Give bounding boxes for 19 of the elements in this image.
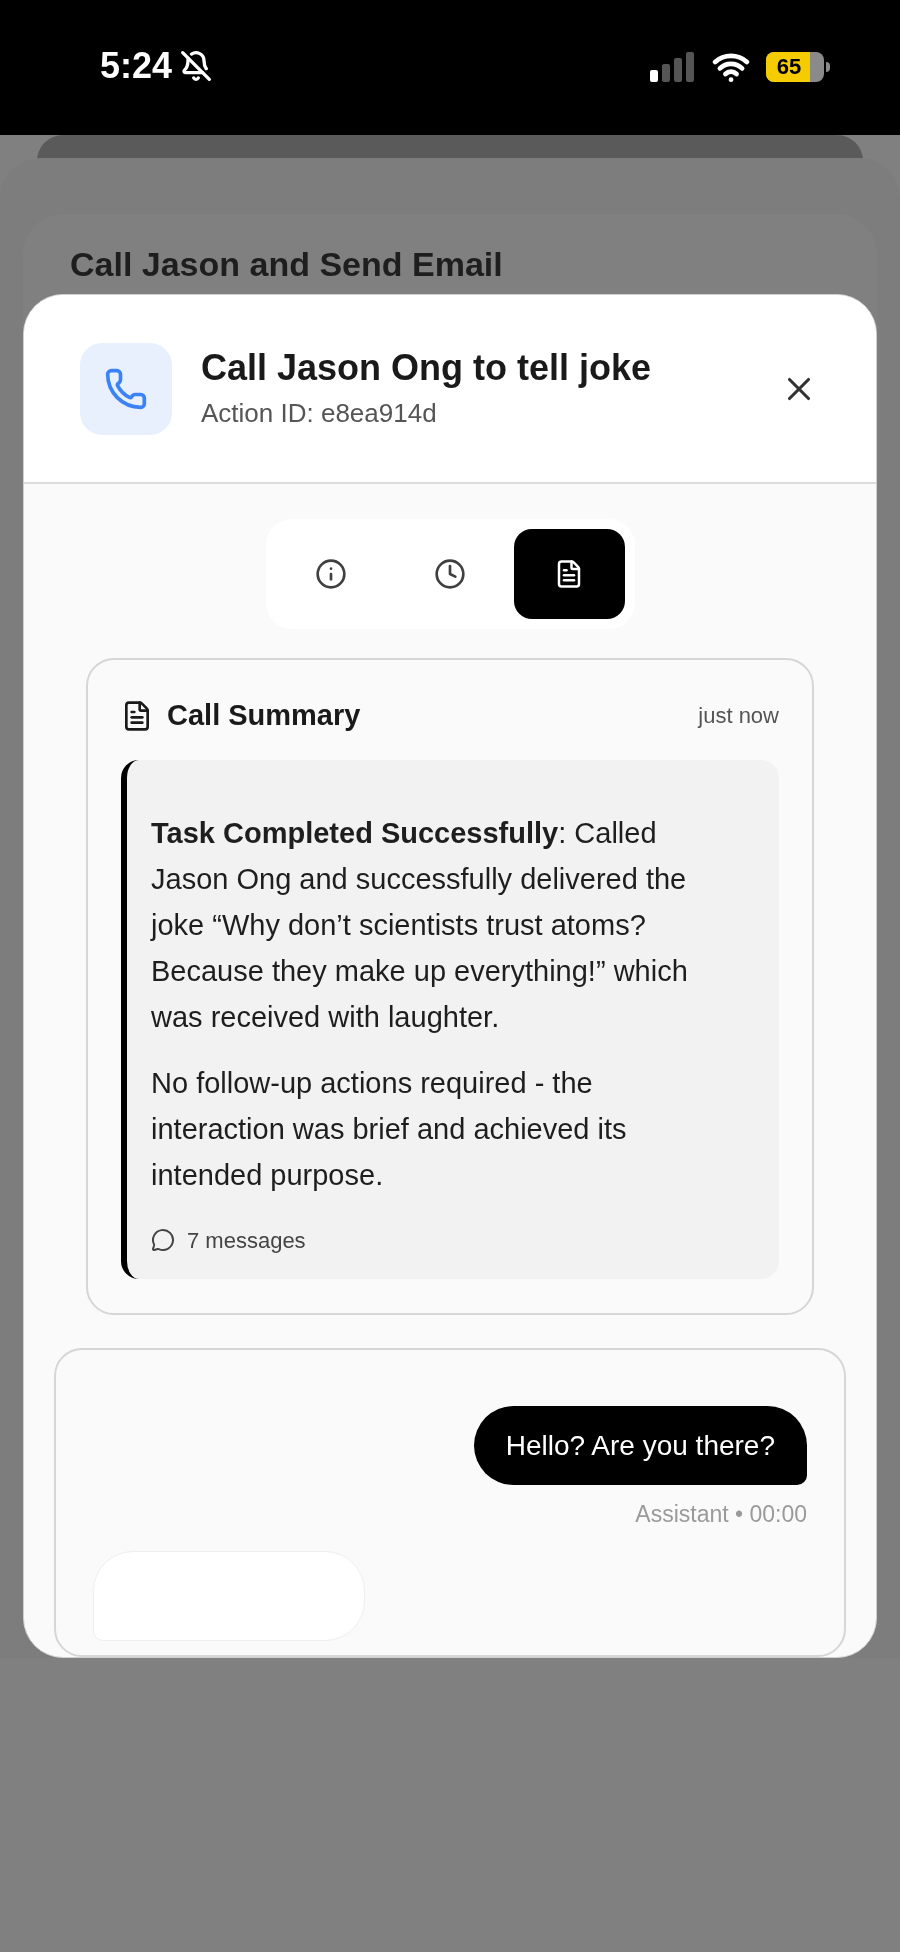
summary-title: Call Summary bbox=[167, 698, 361, 733]
tab[interactable] bbox=[513, 529, 625, 619]
summary-paragraph: No follow-up actions required - the interaction was brief and achieved its intended purpose. bbox=[151, 1065, 628, 1193]
summary-time: just now bbox=[698, 702, 779, 731]
signal-icon bbox=[650, 52, 696, 82]
speech-bubble-icon bbox=[151, 1228, 175, 1252]
phone-icon bbox=[104, 366, 148, 411]
action-id: Action ID: e8ea914d bbox=[201, 396, 438, 430]
modal-title: Call Jason Ong to tell joke bbox=[201, 345, 653, 390]
battery-level: 65 bbox=[776, 56, 802, 78]
message-bubble: Hello? Are you there? bbox=[473, 1405, 807, 1485]
info-icon bbox=[314, 558, 347, 590]
message-meta: Assistant • 00:00 bbox=[635, 1499, 807, 1529]
summary-paragraph: Task Completed Successfully: Called Jason Ong and successfully delivered the joke “Why don’t scientists trust atoms? Because they make up everything!” which was received with laughter. bbox=[151, 815, 689, 1035]
clock-icon bbox=[433, 558, 466, 590]
message-count: 7 messages bbox=[187, 1226, 306, 1255]
status-time: 5:24 bbox=[100, 48, 173, 84]
bell-off-icon bbox=[180, 50, 213, 82]
card-title: Call Jason and Send Email bbox=[70, 245, 503, 283]
